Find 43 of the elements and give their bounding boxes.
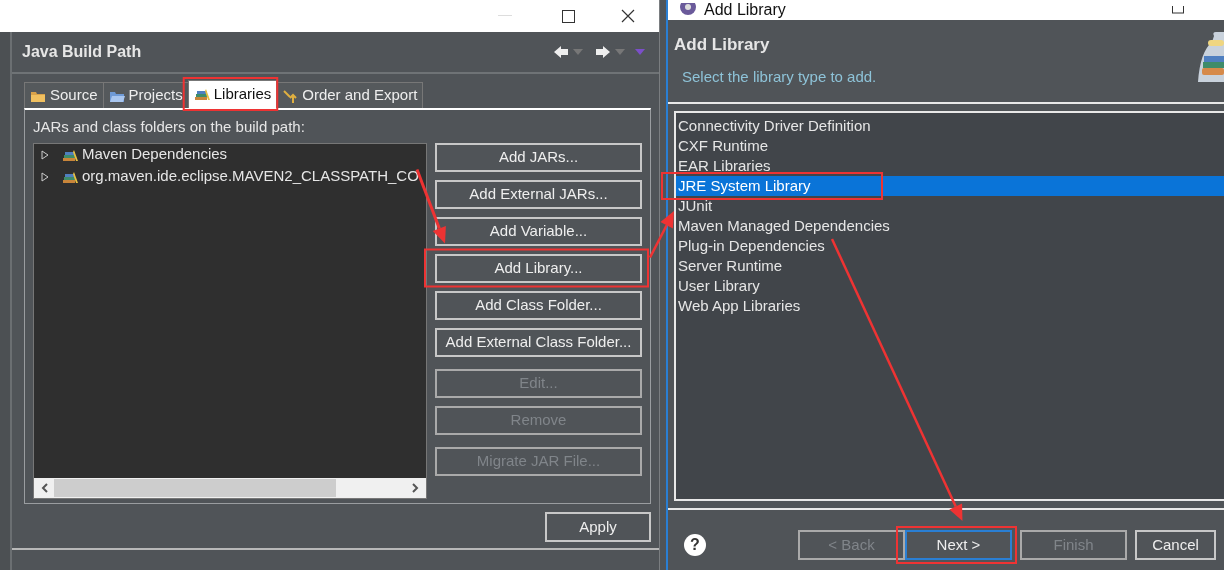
list-item[interactable]: JRE System Library <box>676 176 1224 196</box>
list-item[interactable]: Maven Managed Dependencies <box>676 216 1224 236</box>
tab[interactable]: Libraries <box>187 80 278 108</box>
help-icon[interactable]: ? <box>684 534 706 556</box>
scroll-right-icon[interactable] <box>410 481 420 494</box>
forward-arrow-icon[interactable] <box>595 45 611 59</box>
tree-item[interactable]: org.maven.ide.eclipse.MAVEN2_CLASSPATH_CO <box>82 165 419 188</box>
maximize-icon[interactable] <box>562 9 575 23</box>
list-item[interactable]: Plug-in Dependencies <box>676 236 1224 256</box>
action-button[interactable]: Add Class Folder... <box>435 290 642 320</box>
scroll-thumb[interactable] <box>54 478 336 497</box>
tree-item[interactable]: Maven Dependencies <box>82 143 228 166</box>
list-item[interactable]: Connectivity Driver Definition <box>676 116 1224 136</box>
expand-icon[interactable] <box>40 171 50 182</box>
back-arrow-icon[interactable] <box>553 45 569 59</box>
dialog-button[interactable]: Next > <box>905 530 1012 560</box>
tab[interactable]: Projects <box>102 82 189 108</box>
window-title: Add Library <box>704 4 786 16</box>
expand-icon[interactable] <box>40 149 50 160</box>
action-button[interactable]: Add External JARs... <box>435 179 642 209</box>
list-item[interactable]: User Library <box>676 276 1224 296</box>
close-icon[interactable] <box>621 9 635 23</box>
action-button[interactable]: Add External Class Folder... <box>435 327 642 357</box>
page-title: Java Build Path <box>22 42 142 62</box>
dialog-title: Add Library <box>674 34 771 56</box>
action-button[interactable]: Add Library... <box>435 253 642 283</box>
scroll-left-icon[interactable] <box>40 481 50 494</box>
action-button[interactable]: Add Variable... <box>435 216 642 246</box>
annotation-arrow <box>648 211 674 259</box>
maximize-icon[interactable] <box>1172 6 1184 14</box>
tab[interactable]: Order and Export <box>276 82 424 108</box>
list-item[interactable]: JUnit <box>676 196 1224 216</box>
list-item[interactable]: EAR Libraries <box>676 156 1224 176</box>
list-item[interactable]: CXF Runtime <box>676 136 1224 156</box>
dialog-subtitle: Select the library type to add. <box>681 66 878 87</box>
dialog-button[interactable]: Cancel <box>1135 530 1216 560</box>
list-label: JARs and class folders on the build path: <box>33 117 306 137</box>
list-item[interactable]: Server Runtime <box>676 256 1224 276</box>
apply-button[interactable]: Apply <box>545 512 651 542</box>
tab[interactable]: Source <box>24 82 104 108</box>
list-item[interactable]: Web App Libraries <box>676 296 1224 316</box>
arrows-icon <box>282 87 299 104</box>
action-button[interactable]: Add JARs... <box>435 142 642 172</box>
